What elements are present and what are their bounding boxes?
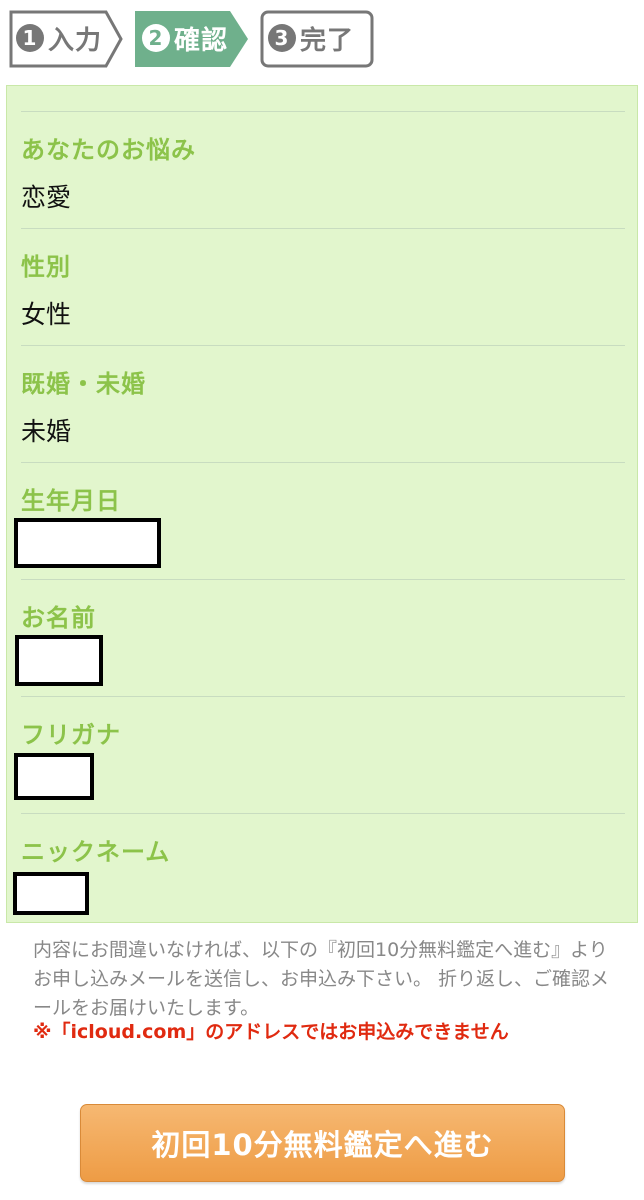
field-value-concern: 恋愛: [21, 183, 72, 212]
step-confirm: 2 確認: [134, 10, 248, 67]
step-input: 1 入力: [8, 10, 123, 68]
confirmation-panel: あなたのお悩み 恋愛 性別 女性 既婚・未婚 未婚 生年月日 お名前 フリガナ …: [6, 85, 638, 923]
redacted-value-furigana: [14, 753, 94, 800]
redacted-value-nickname: [13, 872, 89, 915]
icloud-warning: ※「icloud.com」のアドレスではお申込みできません: [33, 1021, 509, 1043]
step-label-input: 入力: [48, 25, 103, 56]
redacted-value-birthdate: [14, 518, 161, 568]
step-label-confirm: 確認: [174, 25, 229, 56]
field-label-furigana: フリガナ: [21, 721, 121, 749]
step-number-2: 2: [142, 24, 170, 52]
step-number-3: 3: [268, 24, 296, 52]
free-reading-submit-button[interactable]: 初回10分無料鑑定へ進む: [80, 1104, 565, 1182]
row-divider: [21, 228, 625, 229]
row-divider: [21, 345, 625, 346]
field-value-gender: 女性: [21, 300, 72, 329]
step-number-1: 1: [16, 24, 44, 52]
field-value-marital: 未婚: [21, 417, 72, 446]
step-complete: 3 完了: [260, 10, 374, 68]
confirmation-notice: 内容にお間違いなければ、以下の『初回10分無料鑑定へ進む』よりお申し込みメールを…: [33, 939, 610, 1019]
step-indicator: 1 入力 2 確認 3 完了: [8, 10, 386, 68]
field-label-birthdate: 生年月日: [21, 487, 121, 515]
field-label-name: お名前: [21, 604, 96, 632]
field-label-nickname: ニックネーム: [21, 838, 171, 866]
field-label-concern: あなたのお悩み: [21, 136, 196, 164]
row-divider: [21, 696, 625, 697]
row-divider: [21, 111, 625, 112]
row-divider: [21, 462, 625, 463]
row-divider: [21, 579, 625, 580]
step-label-complete: 完了: [300, 25, 355, 56]
row-divider: [21, 813, 625, 814]
field-label-marital: 既婚・未婚: [21, 370, 146, 398]
redacted-value-name: [15, 635, 103, 686]
field-label-gender: 性別: [21, 253, 71, 281]
